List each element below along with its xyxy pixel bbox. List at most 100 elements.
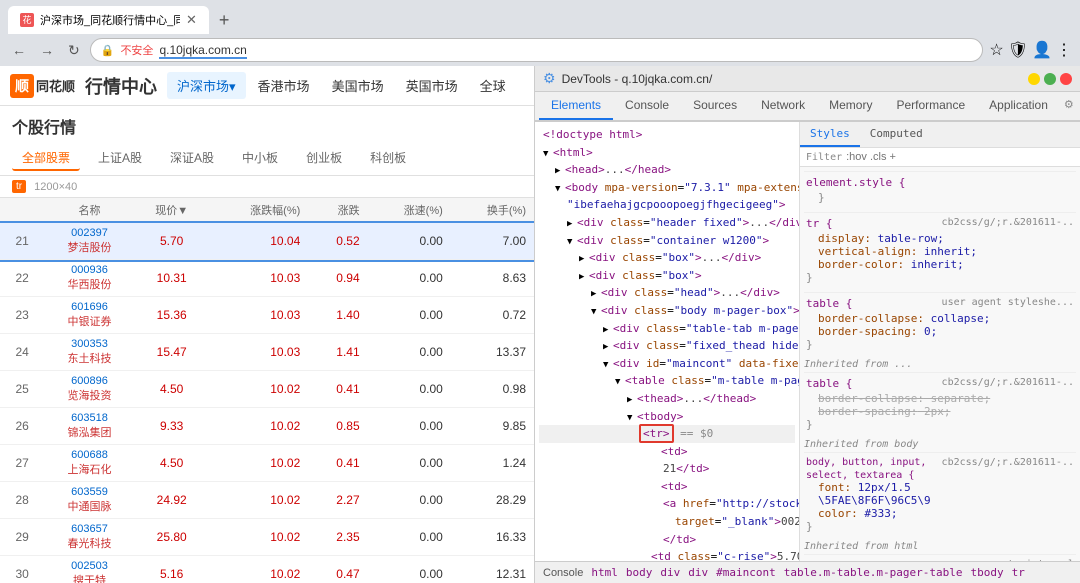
tree-line[interactable]: ▶<div class="header fixed">...</div> xyxy=(539,214,795,232)
styles-tab[interactable]: Styles xyxy=(800,122,860,147)
tree-line[interactable]: </td> xyxy=(539,531,795,549)
table-row[interactable]: 24 300353 东土科技 15.47 10.03 1.41 0.00 13.… xyxy=(0,334,534,371)
nav-hongkong[interactable]: 香港市场 xyxy=(248,72,320,99)
tree-line[interactable]: ▼<body mpa-version="7.3.1" mpa-extension… xyxy=(539,179,795,197)
breadcrumb-item[interactable]: div xyxy=(660,566,680,579)
dt-tab-network[interactable]: Network xyxy=(749,92,817,120)
profile-icon[interactable]: 👤 xyxy=(1032,40,1052,60)
tree-line[interactable]: ▶<head>...</head> xyxy=(539,161,795,179)
tree-line[interactable]: ▶<div class="fixed_thead hide" style="di… xyxy=(539,337,795,355)
cell-code[interactable]: 002503 搜于特 xyxy=(44,556,135,583)
address-bar[interactable]: 🔒 不安全 q.10jqka.com.cn xyxy=(90,38,984,62)
styles-filter-input[interactable] xyxy=(846,151,1074,163)
tree-line[interactable]: <a href="http://stockpage.10jqka.com.cn/… xyxy=(539,495,795,513)
breadcrumb-item[interactable]: div xyxy=(688,566,708,579)
table-row[interactable]: 22 000936 华西股份 10.31 10.03 0.94 0.00 8.6… xyxy=(0,260,534,297)
nav-hushen[interactable]: 沪深市场▾ xyxy=(167,72,246,99)
minimize-button[interactable] xyxy=(1028,73,1040,85)
extensions-icon[interactable]: 🛡 xyxy=(1008,40,1028,60)
tree-line[interactable]: ▶<div class="table-tab m-pager-board">..… xyxy=(539,320,795,338)
tree-line[interactable]: ▼<tbody> xyxy=(539,408,795,426)
table-row[interactable]: 27 600688 上海石化 4.50 10.02 0.41 0.00 1.24 xyxy=(0,445,534,482)
table-row[interactable]: 25 600896 览海投资 4.50 10.02 0.41 0.00 0.98 xyxy=(0,371,534,408)
cell-code[interactable]: 600688 上海石化 xyxy=(44,445,135,482)
cat-tab-zxb[interactable]: 中小板 xyxy=(232,146,288,171)
active-tab[interactable]: 花 沪深市场_同花顺行情中心_同花顺 ✕ xyxy=(8,6,209,34)
tree-line[interactable]: <td class="c-rise">5.70</td> xyxy=(539,548,795,561)
table-row[interactable]: 23 601696 中银证券 15.36 10.03 1.40 0.00 0.7… xyxy=(0,297,534,334)
forward-button[interactable]: → xyxy=(36,40,58,60)
computed-tab[interactable]: Computed xyxy=(860,122,933,147)
cat-tab-all[interactable]: 全部股票 xyxy=(12,146,80,171)
tree-line[interactable]: ▶<div class="box"> xyxy=(539,267,795,285)
devtools-settings-icon[interactable]: ⚙ xyxy=(1060,92,1078,120)
dt-tab-memory[interactable]: Memory xyxy=(817,92,884,120)
elements-tree[interactable]: <!doctype html>▼<html>▶<head>...</head>▼… xyxy=(535,122,800,561)
table-row[interactable]: 28 603559 中通国脉 24.92 10.02 2.27 0.00 28.… xyxy=(0,482,534,519)
cell-turnover: 16.33 xyxy=(451,519,534,556)
nav-us[interactable]: 美国市场 xyxy=(322,72,394,99)
tree-line[interactable]: ▶<thead>...</thead> xyxy=(539,390,795,408)
tree-line[interactable]: <td> xyxy=(539,478,795,496)
cat-tab-shz[interactable]: 上证A股 xyxy=(88,146,152,171)
devtools-tabs: Elements Console Sources Network Memory … xyxy=(535,92,1080,121)
nav-uk[interactable]: 英国市场 xyxy=(396,72,468,99)
tree-line[interactable]: ▶<div class="head">...</div> xyxy=(539,284,795,302)
table-row[interactable]: 21 002397 梦洁股份 5.70 10.04 0.52 0.00 7.00 xyxy=(0,223,534,260)
tree-line[interactable]: ▶<div class="box">...</div> xyxy=(539,249,795,267)
dt-tab-performance[interactable]: Performance xyxy=(884,92,977,120)
tree-line[interactable]: <!doctype html> xyxy=(539,126,795,144)
tree-line[interactable]: target="_blank">002397</a> xyxy=(539,513,795,531)
cell-code[interactable]: 603559 中通国脉 xyxy=(44,482,135,519)
cell-code[interactable]: 300353 东土科技 xyxy=(44,334,135,371)
devtools-header: ⚙ DevTools - q.10jqka.com.cn/ Elements C… xyxy=(535,66,1080,122)
tree-line[interactable]: ▼<table class="m-table m-pager-table"> xyxy=(539,372,795,390)
breadcrumb-item[interactable]: body xyxy=(626,566,653,579)
cell-speed: 0.00 xyxy=(368,445,451,482)
nav-global[interactable]: 全球 xyxy=(470,72,516,99)
cell-code[interactable]: 603518 锦泓集团 xyxy=(44,408,135,445)
dt-tab-application[interactable]: Application xyxy=(977,92,1060,120)
breadcrumb-item[interactable]: tr xyxy=(1012,566,1025,579)
cell-change-pct: 10.02 xyxy=(209,556,309,583)
tree-line[interactable]: ▼<html> xyxy=(539,144,795,162)
breadcrumb-item[interactable]: table.m-table.m-pager-table xyxy=(784,566,963,579)
breadcrumb-item[interactable]: tbody xyxy=(971,566,1004,579)
tree-line[interactable]: ▼<div class="body m-pager-box"> xyxy=(539,302,795,320)
refresh-button[interactable]: ↻ xyxy=(64,40,84,61)
table-row[interactable]: 26 603518 锦泓集团 9.33 10.02 0.85 0.00 9.85 xyxy=(0,408,534,445)
breadcrumb-item[interactable]: #maincont xyxy=(716,566,776,579)
table-row[interactable]: 29 603657 春光科技 25.80 10.02 2.35 0.00 16.… xyxy=(0,519,534,556)
star-icon[interactable]: ☆ xyxy=(989,40,1003,60)
table-header-row: 名称 现价▼ 涨跌幅(%) 涨跌 涨速(%) 换手(%) xyxy=(0,198,534,223)
tab-close-button[interactable]: ✕ xyxy=(186,12,197,28)
table-row[interactable]: 30 002503 搜于特 5.16 10.02 0.47 0.00 12.31 xyxy=(0,556,534,583)
cell-code[interactable]: 002397 梦洁股份 xyxy=(44,223,135,260)
cell-code[interactable]: 000936 华西股份 xyxy=(44,260,135,297)
tree-line[interactable]: ▼<div id="maincont" data-fixedhead="true… xyxy=(539,355,795,373)
devtools-panel: ⚙ DevTools - q.10jqka.com.cn/ Elements C… xyxy=(535,66,1080,583)
console-tab-bottom[interactable]: Console xyxy=(543,567,583,579)
tree-line[interactable]: 21</td> xyxy=(539,460,795,478)
cell-code[interactable]: 600896 览海投资 xyxy=(44,371,135,408)
dt-tab-console[interactable]: Console xyxy=(613,92,681,120)
cell-code[interactable]: 603657 春光科技 xyxy=(44,519,135,556)
back-button[interactable]: ← xyxy=(8,40,30,60)
tree-line[interactable]: <tr> == $0 xyxy=(539,425,795,443)
cat-tab-kcb[interactable]: 科创板 xyxy=(360,146,416,171)
cell-code[interactable]: 601696 中银证券 xyxy=(44,297,135,334)
breadcrumb-item[interactable]: html xyxy=(591,566,618,579)
maximize-button[interactable] xyxy=(1044,73,1056,85)
tree-line[interactable]: <td> xyxy=(539,443,795,461)
close-button[interactable] xyxy=(1060,73,1072,85)
dt-tab-sources[interactable]: Sources xyxy=(681,92,749,120)
dt-tab-elements[interactable]: Elements xyxy=(539,92,613,120)
menu-icon[interactable]: ⋮ xyxy=(1056,40,1072,60)
table-style-close: } xyxy=(806,338,1074,351)
table-style-block: table { user agent styleshe... border-co… xyxy=(804,292,1076,355)
cat-tab-cyb[interactable]: 创业板 xyxy=(296,146,352,171)
cat-tab-szz[interactable]: 深证A股 xyxy=(160,146,224,171)
tree-line[interactable]: ▼<div class="container w1200"> xyxy=(539,232,795,250)
new-tab-button[interactable]: + xyxy=(213,10,236,31)
tree-line[interactable]: "ibefaehajgcpooopoegjfhgecigeeg"> xyxy=(539,196,795,214)
